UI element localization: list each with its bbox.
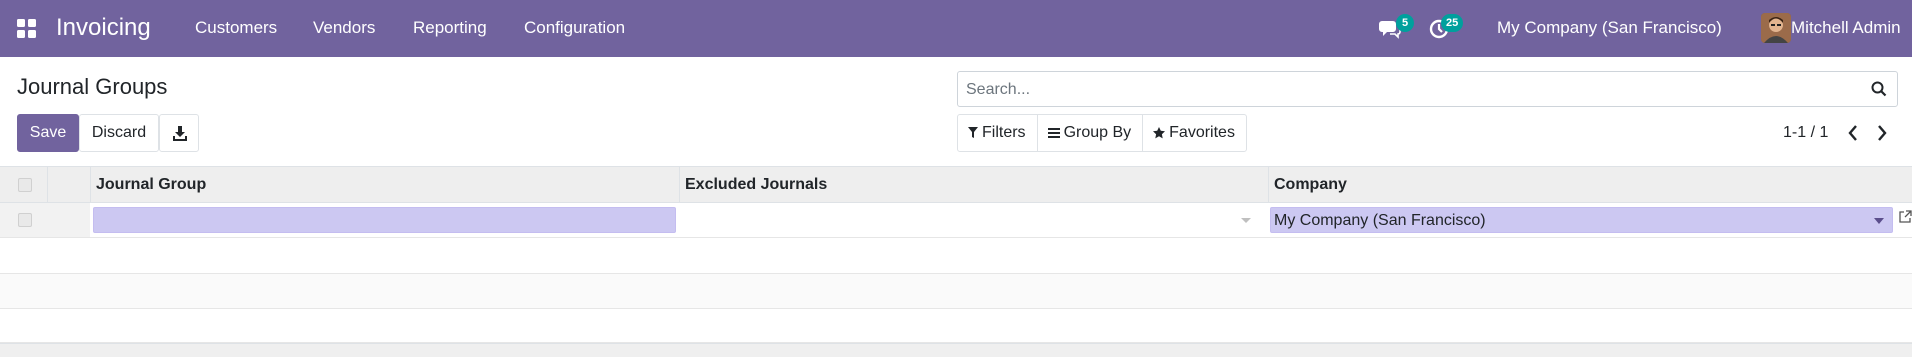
- excluded-journals-field[interactable]: [683, 207, 1261, 233]
- top-navbar: Invoicing Customers Vendors Reporting Co…: [0, 0, 1912, 57]
- journal-group-input[interactable]: [97, 209, 675, 233]
- activities-count-badge: 25: [1441, 14, 1464, 32]
- list-icon: [1047, 128, 1060, 138]
- column-company[interactable]: Company: [1268, 167, 1912, 202]
- menu-vendors[interactable]: Vendors: [313, 17, 375, 39]
- column-excluded-journals[interactable]: Excluded Journals: [679, 167, 1268, 202]
- star-icon: [1153, 127, 1166, 139]
- messages-count-badge: 5: [1396, 14, 1414, 32]
- table-footer: [0, 343, 1912, 357]
- app-brand[interactable]: Invoicing: [56, 12, 151, 44]
- group-by-button[interactable]: Group By: [1038, 115, 1144, 151]
- table-header: Journal Group Excluded Journals Company: [0, 166, 1912, 203]
- empty-row: [0, 274, 1912, 309]
- menu-configuration[interactable]: Configuration: [524, 17, 625, 39]
- chevron-down-icon[interactable]: [1241, 218, 1251, 223]
- chevron-left-icon[interactable]: [1845, 124, 1861, 142]
- menu-customers[interactable]: Customers: [195, 17, 277, 39]
- user-menu[interactable]: Mitchell Admin: [1791, 17, 1901, 39]
- filters-label: Filters: [982, 124, 1026, 141]
- search-input[interactable]: [966, 79, 1846, 101]
- search-bar: [957, 71, 1898, 107]
- company-field[interactable]: My Company (San Francisco): [1270, 207, 1893, 233]
- filter-icon: [968, 127, 978, 138]
- favorites-button[interactable]: Favorites: [1143, 115, 1246, 151]
- download-icon: [173, 126, 187, 141]
- search-options: Filters Group By Favorites: [957, 114, 1247, 152]
- search-icon[interactable]: [1871, 81, 1887, 102]
- filters-button[interactable]: Filters: [958, 115, 1038, 151]
- company-switcher[interactable]: My Company (San Francisco): [1497, 17, 1722, 39]
- empty-row: [0, 238, 1912, 274]
- select-all-checkbox[interactable]: [18, 178, 32, 192]
- chevron-right-icon[interactable]: [1874, 124, 1890, 142]
- empty-row: [0, 309, 1912, 343]
- favorites-label: Favorites: [1169, 124, 1235, 141]
- row-checkbox[interactable]: [18, 213, 32, 227]
- group-by-label: Group By: [1063, 124, 1132, 141]
- pager-value[interactable]: 1-1 / 1: [1783, 122, 1828, 144]
- row-selector: [0, 203, 90, 237]
- save-button[interactable]: Save: [17, 114, 79, 152]
- discard-button[interactable]: Discard: [79, 114, 159, 152]
- external-link-icon[interactable]: [1899, 210, 1912, 223]
- download-button[interactable]: [159, 114, 199, 152]
- column-journal-group[interactable]: Journal Group: [90, 167, 679, 202]
- chevron-down-icon[interactable]: [1874, 218, 1884, 224]
- menu-reporting[interactable]: Reporting: [413, 17, 487, 39]
- avatar[interactable]: [1761, 13, 1791, 43]
- page-title: Journal Groups: [17, 74, 168, 99]
- journal-group-field[interactable]: [93, 207, 676, 233]
- company-value: My Company (San Francisco): [1274, 212, 1486, 229]
- table-row: My Company (San Francisco): [0, 203, 1912, 238]
- grid-icon[interactable]: [16, 18, 38, 40]
- handle-column-header: [47, 167, 91, 202]
